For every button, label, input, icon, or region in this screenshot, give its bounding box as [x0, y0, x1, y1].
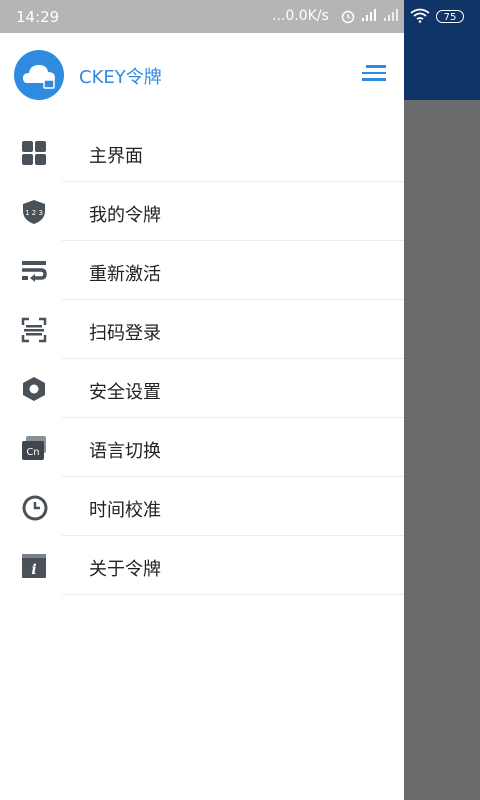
menu-item-scan-login[interactable]: 扫码登录	[0, 300, 404, 359]
menu-item-label: 重新激活	[89, 264, 161, 285]
scan-icon	[21, 317, 47, 343]
wrap-icon	[21, 258, 47, 284]
menu-item-reactivate[interactable]: 重新激活	[0, 241, 404, 300]
menu-item-label: 我的令牌	[89, 205, 161, 226]
wifi-icon	[410, 8, 430, 27]
battery-indicator: 75	[436, 10, 464, 23]
scrim-top-navy	[404, 33, 480, 100]
app-title: CKEY令牌	[79, 67, 162, 88]
network-speed: ...0.0K/s	[272, 8, 329, 24]
signal-icon-2	[383, 8, 401, 26]
clock-icon	[21, 494, 48, 521]
menu-item-security-settings[interactable]: 安全设置	[0, 359, 404, 418]
menu-item-label: 安全设置	[89, 382, 161, 403]
cloud-lock-logo-icon	[14, 50, 64, 100]
menu-item-about[interactable]: i 关于令牌	[0, 536, 404, 595]
info-icon: i	[21, 553, 47, 579]
menu-item-time-calibration[interactable]: 时间校准	[0, 477, 404, 536]
svg-text:Cn: Cn	[26, 447, 39, 458]
hexagon-icon	[21, 376, 47, 402]
grid-icon	[21, 140, 47, 166]
signal-icon	[361, 8, 379, 26]
drawer-header: CKEY令牌	[0, 33, 404, 119]
navigation-drawer: CKEY令牌 主界面 1 2 3 我的令牌 重新激活 扫码登录 安全设置 Cn …	[0, 33, 404, 800]
menu-item-label: 主界面	[89, 146, 143, 167]
menu-item-home[interactable]: 主界面	[0, 123, 404, 182]
status-bar: 14:29 ...0.0K/s 75	[0, 0, 480, 33]
status-time: 14:29	[16, 8, 60, 26]
shield-123-icon: 1 2 3	[21, 199, 47, 225]
language-cn-icon: Cn	[21, 435, 47, 461]
drawer-menu: 主界面 1 2 3 我的令牌 重新激活 扫码登录 安全设置 Cn 语言切换 时间…	[0, 123, 404, 595]
hamburger-menu-icon[interactable]	[362, 65, 386, 83]
menu-item-label: 关于令牌	[89, 559, 161, 580]
menu-item-label: 语言切换	[89, 441, 161, 462]
svg-text:i: i	[31, 562, 36, 578]
menu-item-my-tokens[interactable]: 1 2 3 我的令牌	[0, 182, 404, 241]
svg-text:1 2 3: 1 2 3	[25, 209, 43, 217]
menu-item-label: 扫码登录	[89, 323, 161, 344]
alarm-icon	[340, 8, 356, 28]
menu-item-language[interactable]: Cn 语言切换	[0, 418, 404, 477]
menu-item-label: 时间校准	[89, 500, 161, 521]
